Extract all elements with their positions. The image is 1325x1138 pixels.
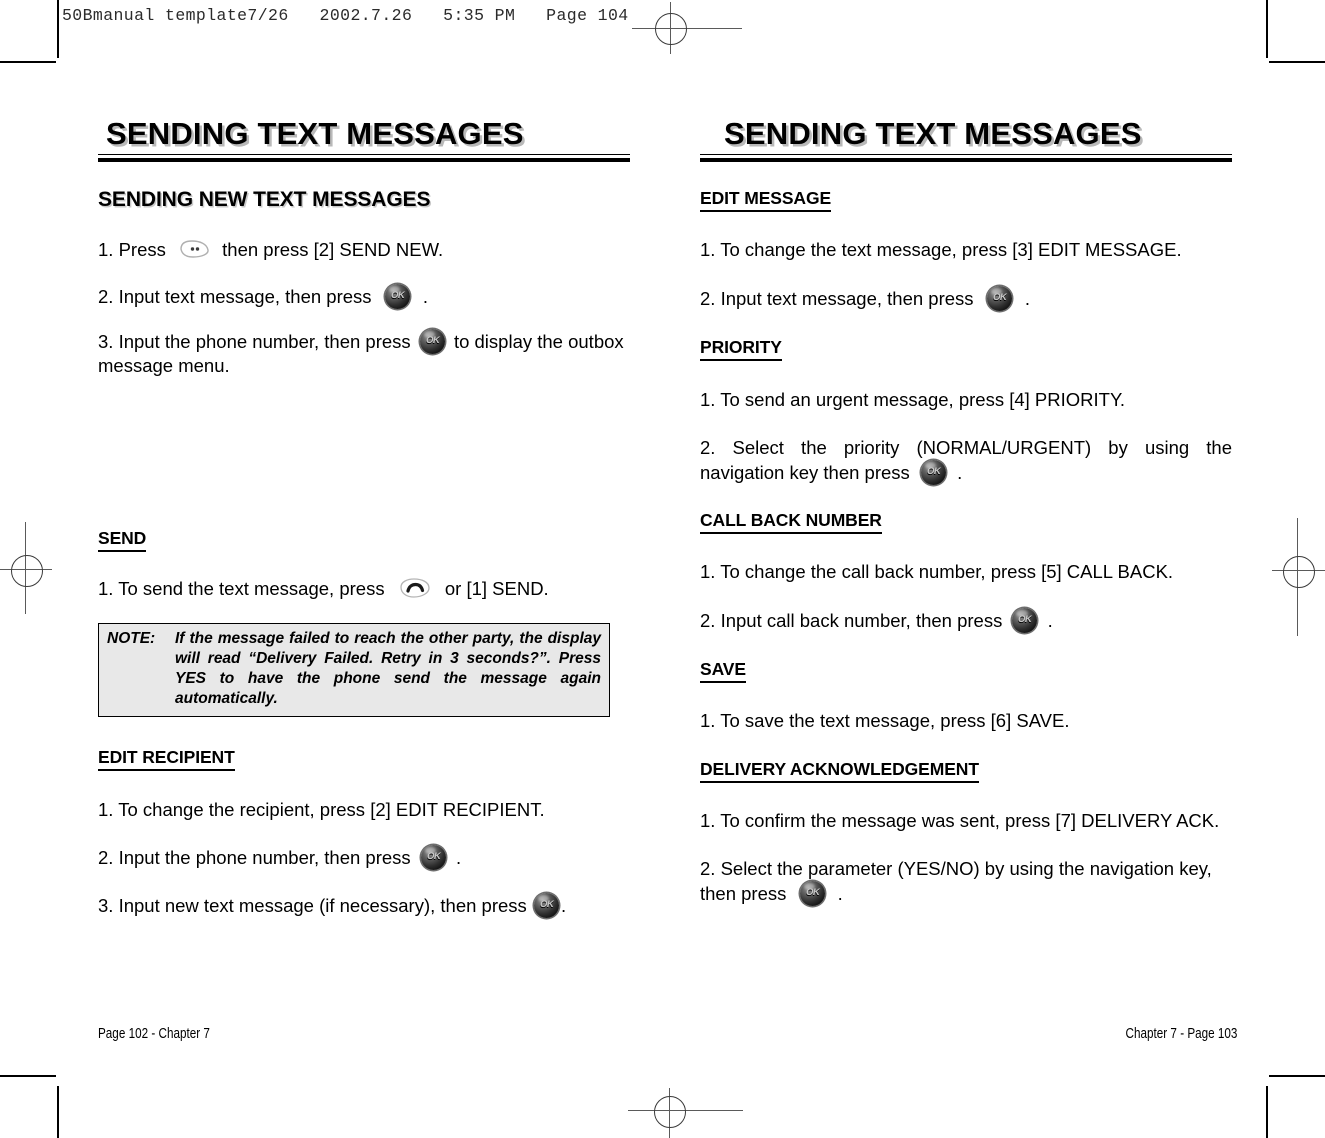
- step-text-pre: 1. To confirm the message was sent, pres…: [700, 809, 1220, 831]
- registration-mark-bottom-center: [628, 1086, 743, 1138]
- step-text-pre: 2. Input the phone number, then press: [98, 846, 411, 868]
- ok-key-icon: [420, 844, 446, 870]
- step-confirm-message-sent: 1. To confirm the message was sent, pres…: [700, 809, 1232, 833]
- step-input-new-text-message: 3. Input new text message (if necessary)…: [98, 892, 630, 918]
- banner-rule-group-left: [98, 153, 630, 162]
- right-page-banner: SENDING TEXT MESSAGES: [700, 116, 1232, 162]
- sub-head-edit-message-wrap: EDIT MESSAGE: [700, 188, 1232, 212]
- crop-mark-top-right-horizontal: [1269, 61, 1325, 63]
- sub-head-call-back-number: CALL BACK NUMBER: [700, 510, 882, 534]
- sub-head-priority-wrap: PRIORITY: [700, 337, 1232, 361]
- step-text-post: .: [1047, 609, 1053, 631]
- banner-rule-thin: [700, 153, 1232, 156]
- step-input-text-message: 2. Input text message, then press .: [98, 283, 630, 309]
- note-text: If the message failed to reach the other…: [175, 629, 601, 707]
- column-spacer: [98, 378, 630, 528]
- crop-mark-top-left-horizontal: [0, 61, 56, 63]
- crop-mark-bottom-left-horizontal: [0, 1075, 56, 1077]
- step-text-pre: 1. To change the call back number, press…: [700, 560, 1174, 582]
- ok-key-icon: [419, 328, 445, 354]
- ok-key-icon: [1012, 607, 1038, 633]
- step-text-pre: 3. Input the phone number, then press: [98, 330, 411, 352]
- banner-rule-group-right: [700, 153, 1232, 162]
- step-change-recipient: 1. To change the recipient, press [2] ED…: [98, 798, 630, 822]
- step-text-pre: 2. Input call back number, then press: [700, 609, 1003, 631]
- menu-key-icon: [177, 238, 211, 260]
- step-input-message: 2. Input text message, then press .: [700, 285, 1232, 311]
- sub-head-save-wrap: SAVE: [700, 659, 1232, 683]
- sub-head-edit-recipient: EDIT RECIPIENT: [98, 747, 235, 771]
- step-send-message: 1. To send the text message, press or [1…: [98, 577, 630, 601]
- registration-mark-left-middle: [0, 522, 55, 614]
- banner-rule-thick: [98, 157, 630, 162]
- ok-key-icon: [533, 892, 559, 918]
- left-page-column: SENDING TEXT MESSAGES SENDING NEW TEXT M…: [98, 116, 630, 918]
- ok-key-icon: [799, 880, 825, 906]
- left-banner-title: SENDING TEXT MESSAGES: [106, 116, 524, 151]
- step-text-post: .: [837, 882, 843, 904]
- step-text-post: then press [2] SEND NEW.: [222, 238, 444, 260]
- ok-key-icon: [384, 283, 410, 309]
- step-select-priority: 2. Select the priority (NORMAL/URGENT) b…: [700, 436, 1232, 485]
- step-text-post: .: [422, 285, 428, 307]
- film-strip-header: 50Bmanual template7/26 2002.7.26 5:35 PM…: [62, 6, 629, 25]
- sub-head-save: SAVE: [700, 659, 746, 683]
- step-input-call-back: 2. Input call back number, then press .: [700, 607, 1232, 633]
- registration-mark-top-center: [632, 2, 742, 64]
- step-text-post: or [1] SEND.: [444, 577, 549, 599]
- footer-left-page: Page 102 - Chapter 7: [98, 1025, 210, 1042]
- footer-right-page: Chapter 7 - Page 103: [1125, 1025, 1237, 1042]
- sub-head-edit-message: EDIT MESSAGE: [700, 188, 831, 212]
- step-text-pre: 1. To send the text message, press: [98, 577, 385, 599]
- crop-mark-top-left-vertical: [57, 0, 59, 58]
- left-page-banner: SENDING TEXT MESSAGES: [98, 116, 630, 162]
- step-save-message: 1. To save the text message, press [6] S…: [700, 709, 1232, 733]
- ok-key-icon: [986, 285, 1012, 311]
- step-press-menu: 1. Press then press [2] SEND NEW.: [98, 238, 630, 262]
- step-text-pre: 3. Input new text message (if necessary)…: [98, 894, 527, 916]
- note-row: NOTE: If the message failed to reach the…: [107, 629, 601, 709]
- step-text-pre: 1. To change the text message, press [3]…: [700, 238, 1182, 260]
- step-text-post: .: [957, 461, 963, 483]
- step-send-urgent: 1. To send an urgent message, press [4] …: [700, 388, 1232, 412]
- step-text-pre: 2. Input text message, then press: [98, 285, 372, 307]
- banner-rule-thin: [98, 153, 630, 156]
- printed-page-spread: 50Bmanual template7/26 2002.7.26 5:35 PM…: [0, 0, 1325, 1138]
- send-key-icon: [398, 577, 432, 599]
- sub-head-edit-recipient-wrap: EDIT RECIPIENT: [98, 747, 630, 771]
- step-text-post: .: [560, 894, 567, 916]
- step-text-pre: 2. Select the parameter (YES/NO) by usin…: [700, 857, 1212, 904]
- step-text-pre: 2. Select the priority (NORMAL/URGENT) b…: [700, 436, 1232, 483]
- step-text-pre: 1. Press: [98, 238, 166, 260]
- step-text-pre: 1. To save the text message, press [6] S…: [700, 709, 1070, 731]
- sub-head-delivery-ack-wrap: DELIVERY ACKNOWLEDGEMENT: [700, 759, 1232, 783]
- sub-head-delivery-acknowledgement: DELIVERY ACKNOWLEDGEMENT: [700, 759, 979, 783]
- step-input-recipient-number: 2. Input the phone number, then press .: [98, 844, 630, 870]
- step-select-delivery-parameter: 2. Select the parameter (YES/NO) by usin…: [700, 857, 1232, 906]
- registration-mark-right-middle: [1270, 518, 1325, 636]
- step-text-pre: 1. To change the recipient, press [2] ED…: [98, 798, 545, 820]
- crop-mark-top-right-vertical: [1266, 0, 1268, 58]
- sub-head-priority: PRIORITY: [700, 337, 782, 361]
- sub-head-call-back-wrap: CALL BACK NUMBER: [700, 510, 1232, 534]
- note-label: NOTE:: [107, 629, 156, 647]
- right-banner-title: SENDING TEXT MESSAGES: [724, 116, 1142, 151]
- step-text-pre: 1. To send an urgent message, press [4] …: [700, 388, 1126, 410]
- step-change-text-message: 1. To change the text message, press [3]…: [700, 238, 1232, 262]
- step-input-phone-number: 3. Input the phone number, then press to…: [98, 328, 630, 378]
- crop-mark-bottom-right-horizontal: [1269, 1075, 1325, 1077]
- sub-head-send-wrap: SEND: [98, 528, 630, 552]
- section-title-sending-new: SENDING NEW TEXT MESSAGES: [98, 187, 431, 211]
- crop-mark-bottom-left-vertical: [57, 1086, 59, 1138]
- banner-rule-thick: [700, 157, 1232, 162]
- right-page-column: SENDING TEXT MESSAGES EDIT MESSAGE 1. To…: [700, 116, 1232, 906]
- step-text-pre: 2. Input text message, then press: [700, 287, 974, 309]
- crop-mark-bottom-right-vertical: [1266, 1086, 1268, 1138]
- step-text-post: .: [1024, 287, 1030, 309]
- ok-key-icon: [920, 459, 946, 485]
- sub-head-send: SEND: [98, 528, 146, 552]
- note-box: NOTE: If the message failed to reach the…: [98, 622, 610, 717]
- step-change-call-back: 1. To change the call back number, press…: [700, 560, 1232, 584]
- step-text-post: .: [455, 846, 462, 868]
